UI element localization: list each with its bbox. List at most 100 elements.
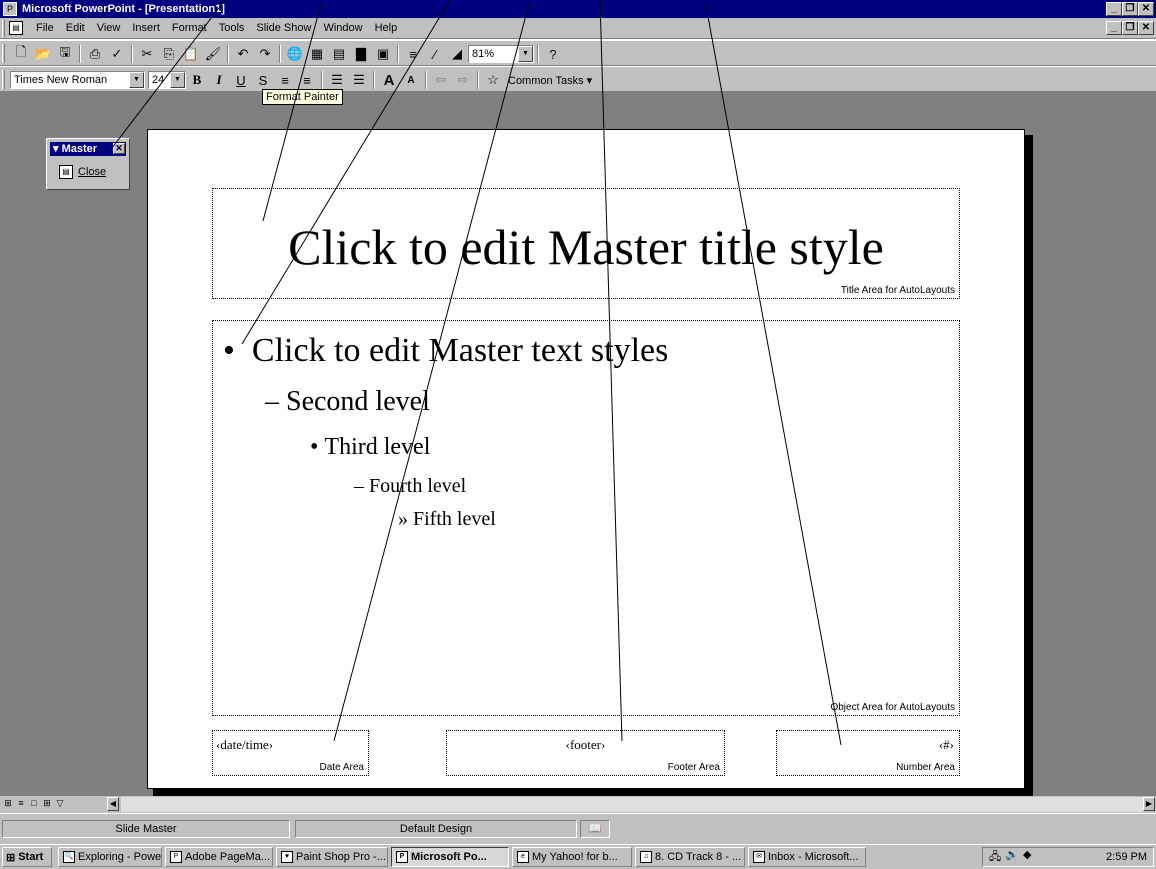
date-area-label: Date Area xyxy=(319,762,364,773)
slide-master-canvas[interactable]: Click to edit Master title style Title A… xyxy=(147,129,1025,789)
menu-tools[interactable]: Tools xyxy=(213,21,251,36)
italic-icon[interactable]: I xyxy=(208,70,230,90)
footer-placeholder[interactable]: ‹footer› Footer Area xyxy=(446,730,725,776)
show-formatting-icon[interactable]: ⁄ xyxy=(424,44,446,64)
slide-sorter-view-icon[interactable]: ⊞ xyxy=(41,798,53,810)
align-left-icon[interactable]: ≡ xyxy=(274,70,296,90)
bullets-icon[interactable]: ☰ xyxy=(348,70,370,90)
close-master-view-button[interactable]: ▤ Close xyxy=(59,165,106,179)
format-painter-icon[interactable]: 🖌 xyxy=(202,44,224,64)
bold-icon[interactable]: B xyxy=(186,70,208,90)
zoom-combo[interactable]: 81% ▼ xyxy=(468,45,534,63)
zoom-dropdown-icon[interactable]: ▼ xyxy=(518,46,533,62)
object-placeholder[interactable]: • Click to edit Master text styles – Sec… xyxy=(212,320,960,716)
close-icon[interactable]: ✕ xyxy=(113,143,125,154)
horizontal-scrollbar[interactable] xyxy=(121,797,1145,812)
underline-icon[interactable]: U xyxy=(230,70,252,90)
clock: 2:59 PM xyxy=(1106,851,1147,863)
title-placeholder[interactable]: Click to edit Master title style Title A… xyxy=(212,188,960,299)
menu-view[interactable]: View xyxy=(91,21,127,36)
menu-slide-show[interactable]: Slide Show xyxy=(250,21,317,36)
doc-minimize-icon[interactable]: _ xyxy=(1106,21,1122,35)
menu-file[interactable]: File xyxy=(30,21,60,36)
font-size-combo[interactable]: 24 ▼ xyxy=(148,71,186,89)
normal-view-icon[interactable]: ⊞ xyxy=(2,798,14,810)
master-toolbar-title[interactable]: ▾ Master ✕ xyxy=(50,142,126,156)
task-exploring[interactable]: 🔍 Exploring - Powe... xyxy=(58,847,162,867)
minimize-icon[interactable]: _ xyxy=(1106,2,1122,16)
slide-show-view-icon[interactable]: ▽ xyxy=(54,798,66,810)
expand-all-icon[interactable]: ≡ xyxy=(402,44,424,64)
font-name: Times New Roman xyxy=(14,74,108,86)
copy-icon[interactable]: ⎘ xyxy=(158,44,180,64)
outline-view-icon[interactable]: ≡ xyxy=(15,798,27,810)
slide-view-icon[interactable]: □ xyxy=(28,798,40,810)
level-3-text: Third level xyxy=(324,434,431,460)
restore-icon[interactable]: ❐ xyxy=(1122,2,1138,16)
close-master-label: Close xyxy=(78,166,107,178)
close-icon[interactable]: ✕ xyxy=(1138,2,1154,16)
redo-icon[interactable]: ↷ xyxy=(254,44,276,64)
toolbar-grip[interactable] xyxy=(2,44,5,63)
doc-restore-icon[interactable]: ❐ xyxy=(1122,21,1138,35)
promote-icon[interactable]: ⇦ xyxy=(430,70,452,90)
increase-font-icon[interactable]: A xyxy=(378,70,400,90)
menu-edit[interactable]: Edit xyxy=(60,21,91,36)
numbering-icon[interactable]: ☰ xyxy=(326,70,348,90)
toolbar-grip[interactable] xyxy=(2,70,5,89)
open-icon[interactable]: 📂 xyxy=(32,44,54,64)
cut-icon[interactable]: ✂ xyxy=(136,44,158,64)
task-my-yahoo[interactable]: e My Yahoo! for b... xyxy=(512,847,632,867)
font-size-dropdown-icon[interactable]: ▼ xyxy=(170,72,185,88)
doc-close-icon[interactable]: ✕ xyxy=(1138,21,1154,35)
tray-app-icon[interactable]: ◆ xyxy=(1023,848,1031,867)
menu-window[interactable]: Window xyxy=(317,21,368,36)
menu-help[interactable]: Help xyxy=(369,21,404,36)
scroll-right-icon[interactable]: ▶ xyxy=(1143,797,1155,811)
decrease-font-icon[interactable]: A xyxy=(400,70,422,90)
task-powerpoint[interactable]: P Microsoft Po... xyxy=(391,847,509,867)
title-area-label: Title Area for AutoLayouts xyxy=(840,285,955,296)
date-placeholder[interactable]: ‹date/time› Date Area xyxy=(212,730,369,776)
number-placeholder[interactable]: ‹#› Number Area xyxy=(776,730,960,776)
spelling-status-icon[interactable]: 📖 xyxy=(580,820,610,838)
task-inbox[interactable]: ✉ Inbox - Microsoft... xyxy=(748,847,866,867)
demote-icon[interactable]: ⇨ xyxy=(452,70,474,90)
font-dropdown-icon[interactable]: ▼ xyxy=(129,72,144,88)
powerpoint-app-icon[interactable]: P xyxy=(3,2,17,16)
volume-icon[interactable]: 🔊 xyxy=(1005,848,1019,867)
paste-icon[interactable]: 📋 xyxy=(180,44,202,64)
grayscale-icon[interactable]: ◢ xyxy=(446,44,468,64)
task-label: Exploring - Powe... xyxy=(78,851,162,863)
task-paint-shop-pro[interactable]: ♥ Paint Shop Pro -... xyxy=(276,847,388,867)
task-pagemaker[interactable]: P Adobe PageMa... xyxy=(165,847,273,867)
level-1-bullet: • xyxy=(223,332,235,369)
start-button[interactable]: ⊞ Start xyxy=(2,847,52,867)
insert-table-icon[interactable]: ▤ xyxy=(328,44,350,64)
animation-effects-icon[interactable]: ☆ xyxy=(482,70,504,90)
document-icon[interactable]: ▤ xyxy=(9,21,23,35)
menubar-grip[interactable] xyxy=(2,20,5,37)
task-cd-track[interactable]: ♫ 8. CD Track 8 - ... xyxy=(635,847,745,867)
new-icon[interactable]: 🗋 xyxy=(10,44,32,64)
help-icon[interactable]: ? xyxy=(542,44,564,64)
insert-chart-icon[interactable]: ▇ xyxy=(350,44,372,64)
spelling-icon[interactable]: ✓ xyxy=(106,44,128,64)
tables-borders-icon[interactable]: ▦ xyxy=(306,44,328,64)
save-icon[interactable]: 🖫 xyxy=(54,44,76,64)
common-tasks-button[interactable]: Common Tasks ▾ xyxy=(504,74,596,87)
new-slide-icon[interactable]: ▣ xyxy=(372,44,394,64)
undo-icon[interactable]: ↶ xyxy=(232,44,254,64)
menu-insert[interactable]: Insert xyxy=(126,21,166,36)
menu-format[interactable]: Format xyxy=(166,21,213,36)
scroll-left-icon[interactable]: ◀ xyxy=(107,797,119,811)
level-4-text: Fourth level xyxy=(369,475,467,497)
print-icon[interactable]: ⎙ xyxy=(84,44,106,64)
network-icon[interactable]: 🖧 xyxy=(989,848,1001,867)
body-level-5: » Fifth level xyxy=(398,506,496,532)
shadow-icon[interactable]: S xyxy=(252,70,274,90)
font-combo[interactable]: Times New Roman ▼ xyxy=(10,71,145,89)
hyperlink-icon[interactable]: 🌐 xyxy=(284,44,306,64)
center-icon[interactable]: ≡ xyxy=(296,70,318,90)
task-label: Adobe PageMa... xyxy=(185,851,271,863)
